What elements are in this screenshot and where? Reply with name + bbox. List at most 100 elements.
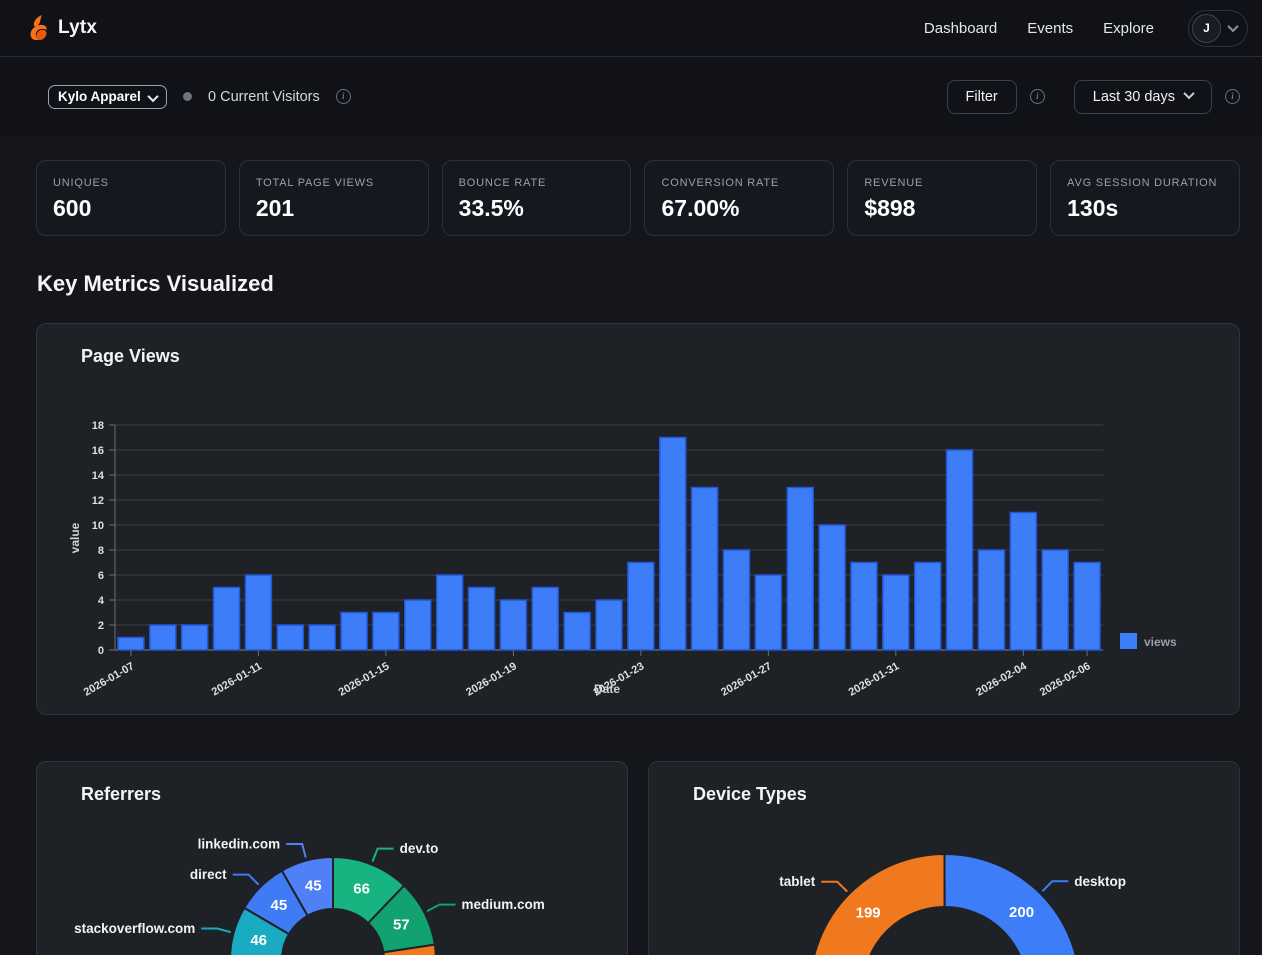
x-tick-label: 2026-01-31 [847,660,902,699]
slice-label: desktop [1074,874,1126,889]
y-tick-label: 8 [98,545,104,557]
x-tick-label: 2026-01-27 [719,660,774,699]
date-range-label: Last 30 days [1093,89,1175,105]
label-callout-line [286,844,306,858]
y-tick-label: 4 [98,595,105,607]
stat-value: 130s [1067,195,1223,222]
current-visitors-label: 0 Current Visitors [208,89,320,105]
referrers-card: Referrers 46stackoverflow.com45direct45l… [36,761,628,955]
bar[interactable] [245,575,271,650]
bar[interactable] [883,575,909,650]
nav-link-dashboard[interactable]: Dashboard [924,20,997,37]
bar[interactable] [437,575,463,650]
bar[interactable] [277,625,303,650]
slice-value: 199 [856,904,881,921]
stat-label: REVENUE [864,177,1020,189]
bottom-row: Referrers 46stackoverflow.com45direct45l… [36,761,1240,955]
avatar[interactable]: J [1192,14,1221,43]
bar[interactable] [978,550,1004,650]
filter-bar-right: Filter i Last 30 days i [947,80,1240,114]
bar[interactable] [947,450,973,650]
legend-swatch[interactable] [1120,633,1137,649]
y-tick-label: 12 [92,495,104,507]
x-tick-label: 2026-02-04 [974,660,1029,699]
main-content: UNIQUES 600 TOTAL PAGE VIEWS 201 BOUNCE … [0,136,1262,955]
stat-card-uniques: UNIQUES 600 [36,160,226,236]
x-tick-label: 2026-01-15 [337,660,392,699]
filter-bar-left: Kylo Apparel 0 Current Visitors i [48,85,351,109]
bar[interactable] [1010,513,1036,651]
bar[interactable] [150,625,176,650]
label-callout-line [427,905,455,911]
slice-label: tablet [779,874,816,889]
y-tick-label: 0 [98,645,104,657]
stat-card-conversion-rate: CONVERSION RATE 67.00% [644,160,834,236]
x-tick-label: 2026-01-19 [464,660,519,699]
stats-row: UNIQUES 600 TOTAL PAGE VIEWS 201 BOUNCE … [36,160,1240,236]
stat-label: BOUNCE RATE [459,177,615,189]
y-tick-label: 6 [98,570,104,582]
slice-label: direct [190,867,227,882]
bar[interactable] [692,488,718,651]
y-tick-label: 18 [92,420,104,432]
x-tick-label: 2026-02-06 [1038,660,1093,699]
bar[interactable] [182,625,208,650]
slice-label: linkedin.com [198,837,281,852]
bar[interactable] [500,600,526,650]
x-tick-label: 2026-01-07 [82,660,137,699]
legend-label[interactable]: views [1144,635,1177,649]
nav-links: Dashboard Events Explore J [924,10,1248,47]
bar[interactable] [564,613,590,651]
bar[interactable] [532,588,558,651]
stat-value: 201 [256,195,412,222]
slice-value: 57 [393,916,410,933]
y-tick-label: 10 [92,520,104,532]
stat-label: CONVERSION RATE [661,177,817,189]
stat-label: AVG SESSION DURATION [1067,177,1223,189]
bar[interactable] [755,575,781,650]
slice-value: 46 [250,932,267,949]
bar[interactable] [469,588,495,651]
nav-link-explore[interactable]: Explore [1103,20,1154,37]
bar[interactable] [118,638,144,651]
stat-label: UNIQUES [53,177,209,189]
bar[interactable] [373,613,399,651]
bar[interactable] [723,550,749,650]
device-types-donut-chart[interactable]: 199 tablet 200 desktop [649,762,1241,955]
filter-info-icon[interactable]: i [1030,89,1045,104]
section-title: Key Metrics Visualized [37,271,1240,297]
user-menu[interactable]: J [1188,10,1248,47]
bar[interactable] [1042,550,1068,650]
stat-value: $898 [864,195,1020,222]
date-range-button[interactable]: Last 30 days [1074,80,1212,114]
stat-value: 33.5% [459,195,615,222]
referrers-donut-chart[interactable]: 46stackoverflow.com45direct45linkedin.co… [37,762,629,955]
page-views-bar-chart[interactable]: 0246810121416182026-01-072026-01-112026-… [37,324,1241,716]
bar[interactable] [214,588,240,651]
bar[interactable] [1074,563,1100,651]
slice-value: 200 [1009,904,1034,921]
bar[interactable] [309,625,335,650]
bar[interactable] [596,600,622,650]
bar[interactable] [915,563,941,651]
stat-card-avg-session-duration: AVG SESSION DURATION 130s [1050,160,1240,236]
chevron-down-icon [1227,21,1238,32]
brand-name: Lytx [58,17,97,39]
date-range-info-icon[interactable]: i [1225,89,1240,104]
bar[interactable] [660,438,686,651]
bar[interactable] [787,488,813,651]
filter-bar: Kylo Apparel 0 Current Visitors i Filter… [0,57,1262,136]
bar[interactable] [405,600,431,650]
y-axis-title: value [68,522,82,553]
bar[interactable] [628,563,654,651]
bar[interactable] [851,563,877,651]
visitors-info-icon[interactable]: i [336,89,351,104]
nav-link-events[interactable]: Events [1027,20,1073,37]
filter-button[interactable]: Filter [947,80,1017,114]
bar[interactable] [341,613,367,651]
bar[interactable] [819,525,845,650]
flame-logo-icon [28,15,48,41]
stat-card-revenue: REVENUE $898 [847,160,1037,236]
label-callout-line [233,875,259,885]
live-status-dot [183,92,192,101]
